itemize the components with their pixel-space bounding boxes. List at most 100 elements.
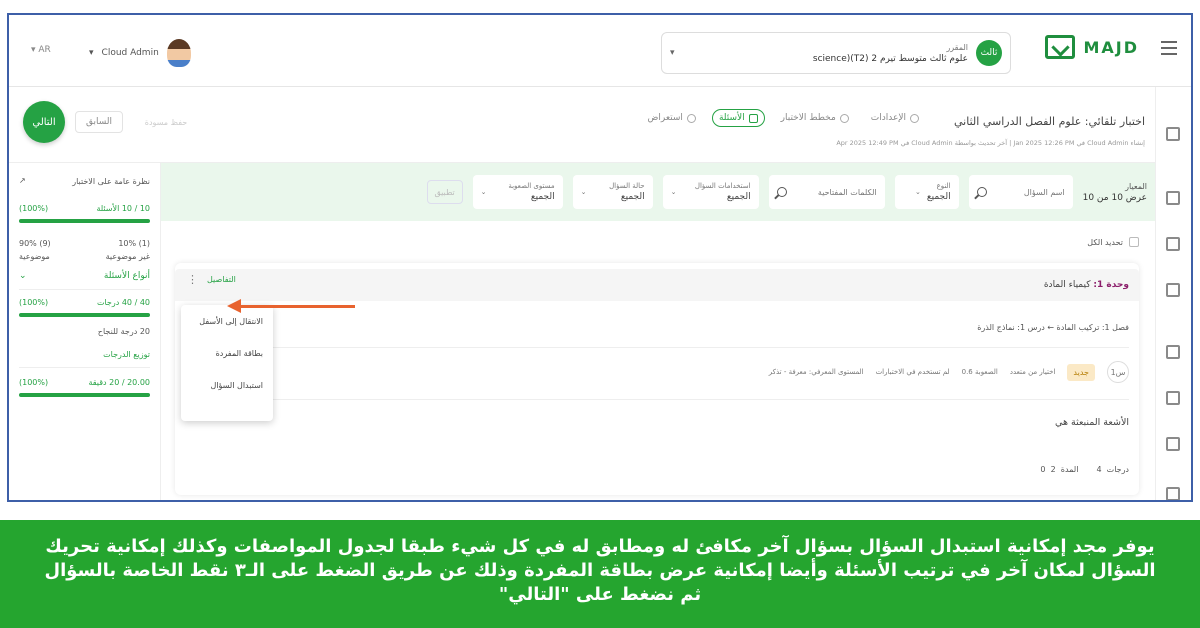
divider [185,399,1129,400]
usage-filter[interactable]: استخدامات السؤال الجميع ⌄ [662,175,759,209]
step-questions[interactable]: الأسئلة [711,109,765,127]
unit-name: كيمياء المادة [1043,280,1091,290]
question-index: 1 [1110,367,1116,377]
wizard-steps: الإعدادات مخطط الاختبار الأسئلة استعراض [641,109,925,127]
cognitive-level: المستوى المعرفي: معرفة - تذكر [768,368,864,376]
grades-field: درجات 4 [1096,465,1129,474]
majd-logo[interactable]: MAJD [1045,35,1139,59]
clipboard-icon[interactable] [1166,345,1180,359]
difficulty-filter[interactable]: مستوى الصعوبة الجميع ⌄ [472,175,563,209]
count-value: عرض 10 من 10 [1082,192,1147,203]
questions-pct: (100%) [19,204,49,213]
gear-icon [910,113,919,123]
annotation-arrow [231,305,355,308]
replace-question-option[interactable]: استبدال السؤال [191,381,264,390]
status-value: الجميع [620,192,645,202]
chart-icon[interactable] [1166,487,1180,500]
logo-mark-icon [1045,35,1076,59]
annotation-arrow-head [227,299,241,313]
duration-label: المدة [1060,465,1079,474]
chevron-down-icon[interactable]: ⌄ [19,271,27,281]
printer-icon[interactable] [1166,391,1180,405]
time-pct: (100%) [19,378,49,387]
select-all-checkbox[interactable] [1129,237,1139,247]
language-switch[interactable]: ▾ AR [31,45,51,55]
library-icon[interactable] [1166,191,1180,205]
select-all[interactable]: تحديد الكل [1087,237,1139,247]
duration-field: المدة 2 0 [1040,465,1078,474]
usage-value: الجميع [726,192,751,202]
grades-count: 40 / 40 درجات [96,298,150,307]
type-filter[interactable]: النوع الجميع ⌄ [894,175,959,209]
logo-text: MAJD [1083,37,1139,57]
filter-bar: المعيار عرض 10 من 10 اسم السؤال النوع الج… [161,163,1155,221]
grade-distribution-link[interactable]: توزيع الدرجات [19,350,150,359]
difficulty: الصعوبة 0.6 [961,368,998,376]
list-icon [748,113,758,123]
top-bar: MAJD ثالث المقرر علوم ثالث متوسط تيرم 2 … [9,15,1191,87]
course-label: المقرر [946,42,968,52]
keywords-placeholder: الكلمات المفتاحية [817,187,877,197]
status-filter[interactable]: حالة السؤال الجميع ⌄ [572,175,653,209]
more-options-icon[interactable]: ⋮ [187,273,198,286]
step-questions-label: الأسئلة [718,113,745,123]
exam-title: اختبار تلقائي: علوم الفصل الدراسي الثاني [954,115,1145,128]
chevron-down-icon: ⌄ [914,188,921,196]
course-selector[interactable]: ثالث المقرر علوم ثالث متوسط تيرم 2 (T2)(… [661,32,1011,74]
objective-pct: (9) 90% [19,239,51,248]
step-review[interactable]: استعراض [641,110,701,126]
step-settings-label: الإعدادات [870,113,906,123]
right-icon-rail [1155,87,1191,500]
chevron-down-icon: ▾ [670,48,675,58]
user-menu[interactable]: ▾ Cloud Admin [89,39,191,67]
count-label: المعيار [1125,181,1147,191]
grades-value[interactable]: 4 [1096,465,1101,474]
building-icon[interactable] [1166,437,1180,451]
difficulty-label: مستوى الصعوبة [508,182,555,190]
step-settings[interactable]: الإعدادات [865,110,925,126]
question-text: الأشعة المنبعثة هي [1055,417,1129,428]
status-label: حالة السؤال [609,182,645,190]
question-name-search[interactable]: اسم السؤال [968,175,1073,209]
question-number: س1 [1107,361,1129,383]
move-down-option[interactable]: الانتقال إلى الأسفل [191,317,263,326]
status-badge: جديد [1067,363,1095,381]
results-count: المعيار عرض 10 من 10 [1083,182,1147,203]
keywords-search[interactable]: الكلمات المفتاحية [768,175,885,209]
expand-icon[interactable]: ↗ [19,176,26,185]
question-footer: درجات 4 المدة 2 0 [1040,465,1129,474]
divider [185,347,1129,348]
document-icon[interactable] [1166,237,1180,251]
unit-prefix: وحدة 1: [1093,280,1129,290]
unit-header: وحدة 1: كيمياء المادة [175,269,1139,301]
save-draft-button[interactable]: حفظ مسودة [133,111,199,133]
previous-button[interactable]: السابق [75,111,123,133]
duration-seconds[interactable]: 0 [1040,465,1045,474]
select-all-label: تحديد الكل [1087,237,1123,247]
step-blueprint[interactable]: مخطط الاختبار [775,110,855,126]
unit-label: وحدة 1: كيمياء المادة [1044,280,1129,290]
hamburger-menu-icon[interactable] [1161,41,1177,55]
step-blueprint-label: مخطط الاختبار [780,113,836,123]
time-count: 20.00 / 20 دقيقة [88,378,150,387]
step-review-label: استعراض [647,113,683,123]
type-label: النوع [936,182,951,190]
question-types-link[interactable]: أنواع الأسئلة [104,271,150,281]
next-button[interactable]: التالي [23,101,65,143]
item-card-option[interactable]: بطاقة المفردة [191,349,263,358]
table-icon[interactable] [1166,283,1180,297]
lesson-breadcrumb: فصل 1: تركيب المادة ← درس 1: نماذج الذرة [977,323,1129,332]
apply-filter-button[interactable]: تطبيق [426,180,463,204]
search-icon [776,187,787,197]
question-meta: س1 جديد اختيار من متعدد الصعوبة 0.6 لم ت… [769,361,1129,383]
details-link[interactable]: التفاصيل [207,275,236,284]
exam-subtitle: إنشاء Cloud Admin في Jan 2025 12:26 PM |… [836,139,1145,147]
duration-value[interactable]: 2 [1051,465,1056,474]
question-letter: س [1115,367,1126,377]
course-value: علوم ثالث متوسط تيرم 2 (T2)(science [812,53,968,64]
dashboard-icon[interactable] [1166,127,1180,141]
circle-icon [686,113,696,123]
grades-label: درجات [1106,465,1129,474]
screenshot-frame: MAJD ثالث المقرر علوم ثالث متوسط تيرم 2 … [7,13,1193,502]
language-label: AR [38,45,51,55]
